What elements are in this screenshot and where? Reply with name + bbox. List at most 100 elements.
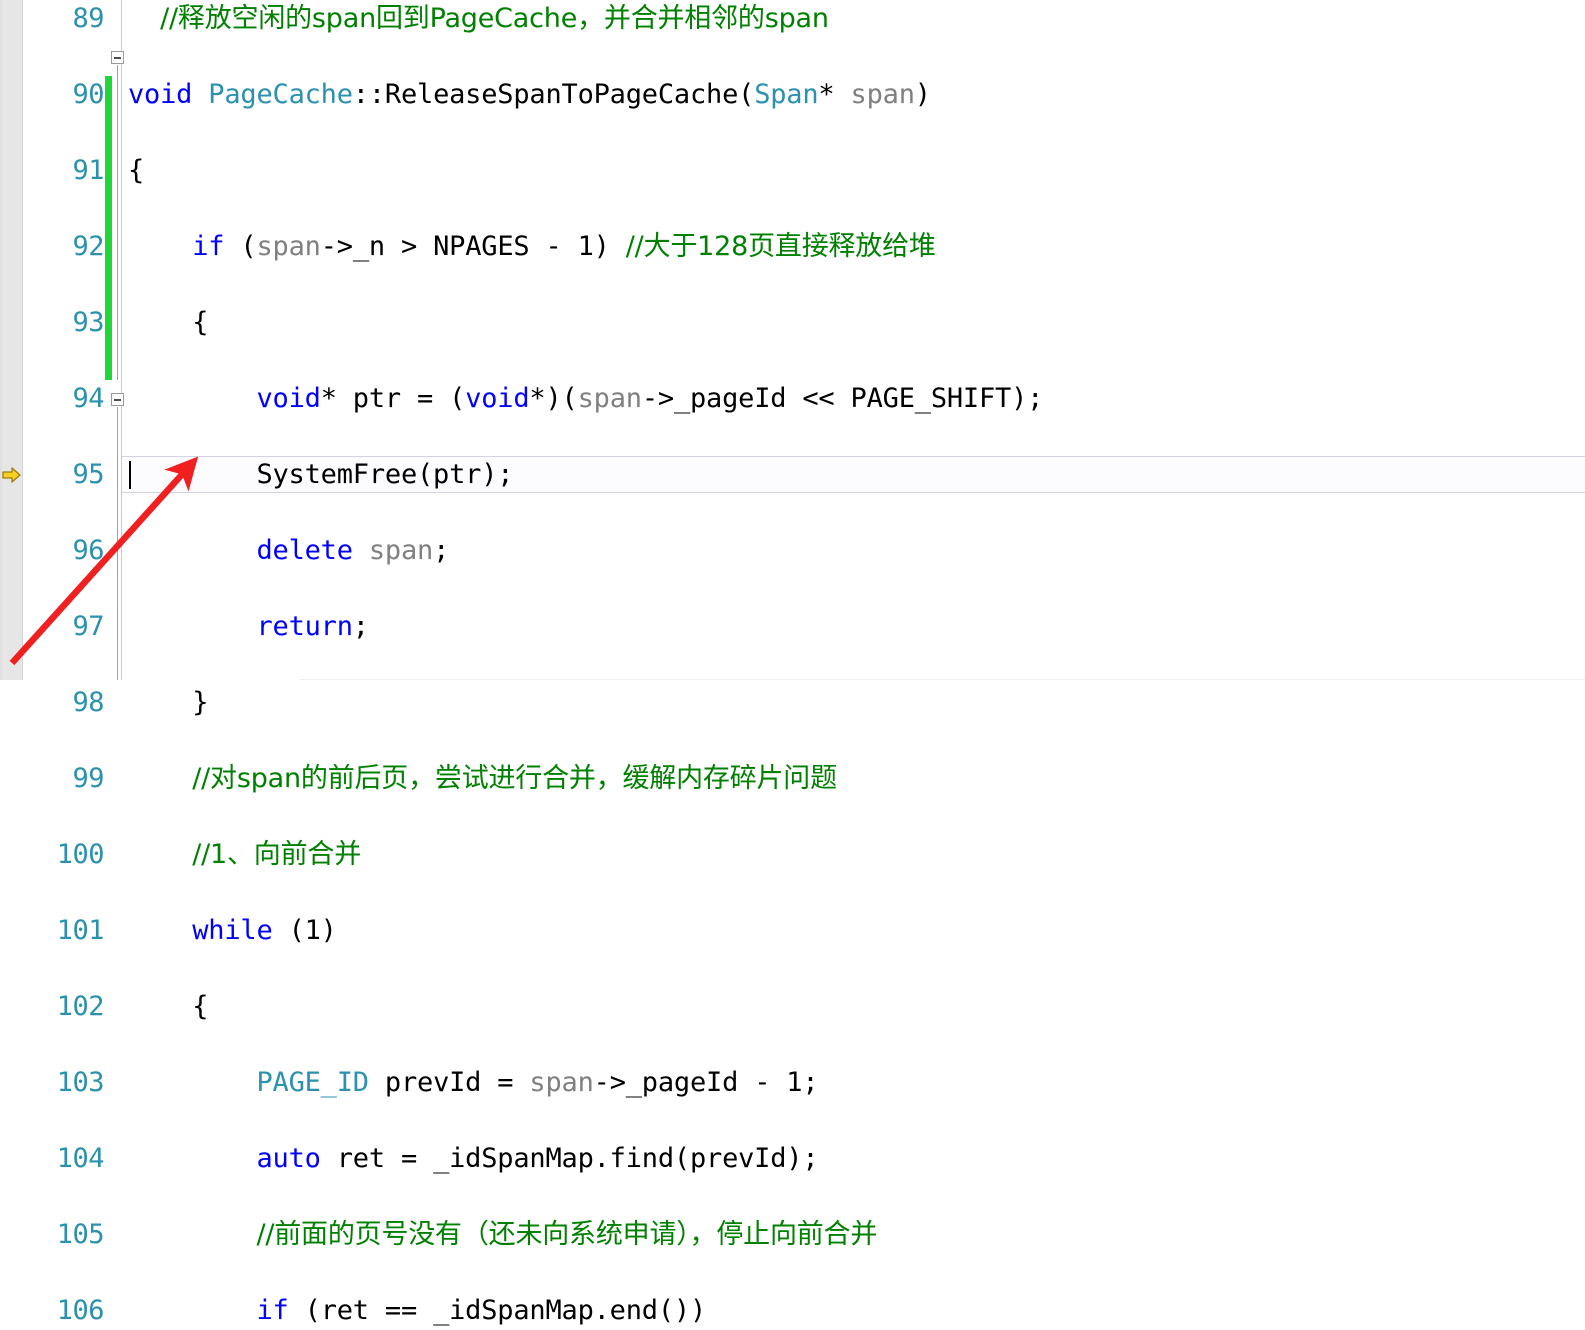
code-text[interactable]: //前面的页号没有（还未向系统申请），停止向前合并 [128,1216,877,1254]
code-line-94[interactable]: 94 void* ptr = (void*)(span->_pageId << … [0,380,1585,418]
code-text[interactable]: auto ret = _idSpanMap.find(prevId); [128,1140,818,1178]
code-line-106[interactable]: 106 if (ret == _idSpanMap.end()) [0,1292,1585,1330]
token-typ: Span [754,79,819,110]
code-editor[interactable]: 89 //释放空闲的span回到PageCache，并合并相邻的span 90 vo… [0,0,1585,1326]
code-text[interactable]: SystemFree(ptr); [128,456,513,494]
line-number: 100 [56,839,105,870]
line-number: 92 [72,231,104,262]
token-pln: prevId = [368,1067,530,1098]
token-pln [128,1219,256,1250]
token-prm: span [577,383,642,414]
line-number: 104 [56,1143,105,1174]
line-number: 94 [72,383,104,414]
token-cmt: //大于128页直接释放给堆 [625,231,936,262]
token-pln: ->_pageId - 1; [593,1067,819,1098]
line-number: 91 [72,155,104,186]
token-kw: while [192,915,273,946]
code-line-93[interactable]: 93 { [0,304,1585,342]
token-kw: if [192,231,225,262]
token-kw: auto [256,1143,321,1174]
token-pln [128,231,192,262]
code-line-90[interactable]: 90 void PageCache::ReleaseSpanToPageCache… [0,76,1585,114]
line-number: 102 [56,991,105,1022]
token-pln: { [128,307,209,338]
token-prm: span [368,535,434,566]
line-number: 96 [72,535,104,566]
code-text[interactable]: return; [128,608,369,646]
code-text[interactable]: PAGE_ID prevId = span->_pageId - 1; [128,1064,818,1102]
token-typ: PageCache [208,79,353,110]
code-text[interactable]: { [128,304,208,342]
code-line-103[interactable]: 103 PAGE_ID prevId = span->_pageId - 1; [0,1064,1585,1102]
token-pln [128,611,256,642]
token-prm: span [850,79,915,110]
code-text[interactable]: //释放空闲的span回到PageCache，并合并相邻的span [128,0,829,38]
token-pln [192,79,208,110]
token-pln [353,535,369,566]
token-pln: } [128,687,209,718]
code-line-92[interactable]: 92 if (span->_n > NPAGES - 1) //大于128页直接… [0,228,1585,266]
code-line-97[interactable]: 97 return; [0,608,1585,646]
code-text[interactable]: while (1) [128,912,337,950]
code-text[interactable]: //对span的前后页，尝试进行合并，缓解内存碎片问题 [128,760,837,798]
code-line-91[interactable]: 91 { [0,152,1585,190]
line-number: 101 [56,915,105,946]
token-prm: span [256,231,321,262]
token-pln [128,763,192,794]
code-line-104[interactable]: 104 auto ret = _idSpanMap.find(prevId); [0,1140,1585,1178]
token-pln [128,3,160,34]
code-line-105[interactable]: 105 //前面的页号没有（还未向系统申请），停止向前合并 [0,1216,1585,1254]
token-pln [128,383,256,414]
line-number: 97 [72,611,104,642]
code-text[interactable]: if (ret == _idSpanMap.end()) [128,1292,706,1330]
line-number: 106 [56,1295,105,1326]
token-pln: SystemFree(ptr); [128,459,514,490]
token-kw: delete [256,535,353,566]
token-pln [128,915,192,946]
token-kw: if [256,1295,289,1326]
token-pln [128,1067,256,1098]
token-pln [128,535,256,566]
token-pln: { [128,155,145,186]
code-lines-container: 89 //释放空闲的span回到PageCache，并合并相邻的span 90 vo… [0,0,1585,1326]
code-text[interactable]: void PageCache::ReleaseSpanToPageCache(S… [128,76,931,114]
code-text[interactable]: //1、向前合并 [128,836,361,874]
code-line-95[interactable]: 95 SystemFree(ptr); [0,456,1585,494]
line-number: 93 [72,307,104,338]
token-pln: ->_pageId << PAGE_SHIFT); [641,383,1044,414]
code-text[interactable]: delete span; [128,532,449,570]
token-kw: void [465,383,530,414]
token-prm: span [529,1067,594,1098]
line-number: 105 [56,1219,105,1250]
token-cmt: //前面的页号没有（还未向系统申请），停止向前合并 [256,1219,878,1250]
token-pln: * ptr = ( [320,383,466,414]
token-pln: ->_n > NPAGES - 1) [320,231,626,262]
code-line-96[interactable]: 96 delete span; [0,532,1585,570]
token-pln: ; [352,611,369,642]
token-pln: ret = _idSpanMap.find(prevId); [320,1143,819,1174]
code-line-102[interactable]: 102 { [0,988,1585,1026]
code-line-101[interactable]: 101 while (1) [0,912,1585,950]
token-cmt: //释放空闲的span回到PageCache，并合并相邻的span [160,3,829,34]
line-number: 103 [56,1067,105,1098]
code-line-89[interactable]: 89 //释放空闲的span回到PageCache，并合并相邻的span [0,0,1585,38]
token-pln: * [818,79,851,110]
token-pln [128,839,192,870]
code-text[interactable]: if (span->_n > NPAGES - 1) //大于128页直接释放给… [128,228,936,266]
code-line-98[interactable]: 98 } [0,684,1585,722]
code-text[interactable]: { [128,988,208,1026]
code-text[interactable]: { [128,152,144,190]
token-kw: void [128,79,193,110]
code-text[interactable]: } [128,684,208,722]
token-cmt: //对span的前后页，尝试进行合并，缓解内存碎片问题 [192,763,837,794]
code-line-100[interactable]: 100 //1、向前合并 [0,836,1585,874]
token-typ: PAGE_ID [256,1067,369,1098]
token-kw: return [256,611,353,642]
token-pln [128,1143,256,1174]
token-kw: void [256,383,321,414]
code-line-99[interactable]: 99 //对span的前后页，尝试进行合并，缓解内存碎片问题 [0,760,1585,798]
token-pln: ( [224,231,257,262]
token-pln [128,1295,256,1326]
token-pln: ; [433,535,450,566]
code-text[interactable]: void* ptr = (void*)(span->_pageId << PAG… [128,380,1043,418]
